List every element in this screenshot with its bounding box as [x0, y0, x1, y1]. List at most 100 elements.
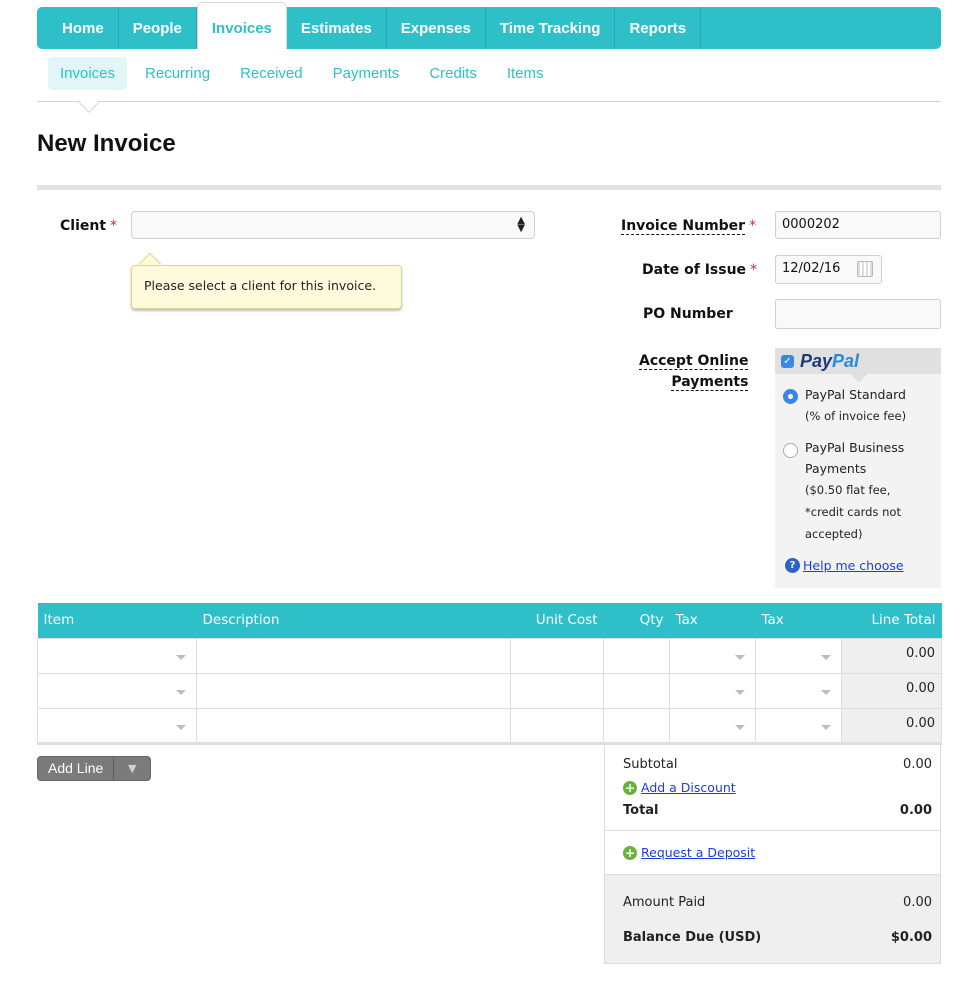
- col-tax-1: Tax: [669, 603, 756, 638]
- dropdown-arrow-icon: [821, 724, 831, 730]
- nav-tab-expenses[interactable]: Expenses: [387, 7, 486, 49]
- col-description: Description: [196, 603, 511, 638]
- table-row: 0.00: [37, 637, 942, 674]
- subnav-items[interactable]: Items: [495, 57, 556, 90]
- subnav-pointer: [79, 93, 99, 113]
- unit-cost-input[interactable]: [510, 637, 604, 674]
- add-line-menu-chevron-icon[interactable]: ▼: [114, 757, 150, 780]
- option-desc-2: *credit cards not: [805, 505, 901, 519]
- dropdown-arrow-icon: [176, 689, 186, 695]
- po-number-input[interactable]: [775, 299, 941, 329]
- invoice-number-label-text[interactable]: Invoice Number: [621, 218, 746, 235]
- line-total: 0.00: [841, 707, 942, 745]
- unit-cost-input[interactable]: [510, 707, 604, 745]
- paypal-standard-radio[interactable]: [783, 389, 798, 404]
- unit-cost-input[interactable]: [510, 672, 604, 709]
- subtotal-value: 0.00: [903, 757, 932, 772]
- client-select[interactable]: ▲ ▼: [131, 211, 535, 239]
- dropdown-arrow-icon: [735, 724, 745, 730]
- add-discount-link[interactable]: Add a Discount: [641, 780, 736, 795]
- subnav-recurring[interactable]: Recurring: [133, 57, 222, 90]
- table-header-row: Item Description Unit Cost Qty Tax Tax L…: [37, 603, 942, 638]
- option-title-2: Payments: [805, 461, 867, 476]
- po-number-label: PO Number: [643, 306, 733, 322]
- subnav-divider: [37, 101, 941, 102]
- accept-online-label-line2[interactable]: Payments: [671, 374, 749, 391]
- nav-tab-invoices[interactable]: Invoices: [196, 2, 287, 49]
- client-tooltip: Please select a client for this invoice.: [131, 265, 402, 309]
- date-of-issue-label-text: Date of Issue: [642, 262, 747, 278]
- item-select[interactable]: [37, 672, 197, 709]
- qty-input[interactable]: [603, 672, 670, 709]
- subnav-credits[interactable]: Credits: [417, 57, 489, 90]
- paypal-logo: PayPal: [800, 351, 859, 372]
- tax-1-select[interactable]: [669, 637, 756, 674]
- description-input[interactable]: [196, 707, 511, 745]
- balance-section: Amount Paid 0.00 Balance Due (USD) $0.00: [605, 875, 940, 963]
- col-qty: Qty: [603, 603, 670, 638]
- date-of-issue-label: Date of Issue *: [642, 262, 757, 278]
- required-icon: *: [110, 218, 118, 234]
- subnav-received[interactable]: Received: [228, 57, 315, 90]
- invoice-number-label: Invoice Number *: [621, 218, 757, 235]
- option-desc: ($0.50 flat fee,: [805, 483, 891, 497]
- col-line-total: Line Total: [841, 603, 942, 638]
- plus-icon: +: [623, 845, 637, 860]
- total-value: 0.00: [899, 803, 932, 818]
- col-tax-2: Tax: [755, 603, 842, 638]
- select-arrows-icon: ▲ ▼: [517, 215, 525, 234]
- description-input[interactable]: [196, 637, 511, 674]
- item-select[interactable]: [37, 637, 197, 674]
- request-deposit-link[interactable]: Request a Deposit: [641, 845, 755, 860]
- totals-summary: Subtotal 0.00 + Add a Discount Total 0.0…: [605, 745, 940, 831]
- subnav-payments[interactable]: Payments: [321, 57, 412, 90]
- date-value: 12/02/16: [782, 261, 841, 276]
- dropdown-arrow-icon: [735, 689, 745, 695]
- paypal-checkbox[interactable]: ✓: [781, 354, 794, 368]
- nav-tab-time-tracking[interactable]: Time Tracking: [486, 7, 616, 49]
- dropdown-arrow-icon: [735, 654, 745, 660]
- option-title: PayPal Standard: [805, 387, 906, 402]
- totals-panel: Subtotal 0.00 + Add a Discount Total 0.0…: [604, 745, 941, 964]
- required-icon: *: [750, 262, 758, 278]
- nav-tab-reports[interactable]: Reports: [615, 7, 702, 49]
- help-me-choose[interactable]: ? Help me choose: [785, 558, 904, 573]
- paypal-standard-option[interactable]: PayPal Standard (% of invoice fee): [805, 384, 906, 427]
- nav-tab-estimates[interactable]: Estimates: [287, 7, 387, 49]
- qty-input[interactable]: [603, 637, 670, 674]
- paypal-business-option[interactable]: PayPal Business Payments ($0.50 flat fee…: [805, 437, 904, 545]
- paypal-business-radio[interactable]: [783, 443, 798, 458]
- nav-tab-people[interactable]: People: [119, 7, 197, 49]
- add-line-button-group: Add Line ▼: [37, 756, 152, 781]
- total-row: Total 0.00: [623, 799, 932, 822]
- dropdown-arrow-icon: [176, 654, 186, 660]
- line-total: 0.00: [841, 637, 942, 674]
- option-desc: (% of invoice fee): [805, 409, 907, 423]
- required-icon: *: [749, 218, 757, 234]
- nav-tab-home[interactable]: Home: [48, 7, 119, 49]
- invoice-number-input[interactable]: 0000202: [775, 211, 941, 239]
- tax-2-select[interactable]: [755, 637, 842, 674]
- calendar-icon[interactable]: [857, 261, 873, 277]
- tax-2-select[interactable]: [755, 707, 842, 745]
- client-label-text: Client: [60, 218, 107, 234]
- add-line-button[interactable]: Add Line: [38, 757, 115, 780]
- balance-due-row: Balance Due (USD) $0.00: [623, 920, 932, 955]
- dropdown-arrow-icon: [821, 654, 831, 660]
- tax-1-select[interactable]: [669, 707, 756, 745]
- tax-1-select[interactable]: [669, 672, 756, 709]
- accept-online-label-line1[interactable]: Accept Online: [639, 353, 749, 370]
- qty-input[interactable]: [603, 707, 670, 745]
- help-me-choose-link[interactable]: Help me choose: [803, 558, 904, 573]
- date-of-issue-input[interactable]: 12/02/16: [775, 255, 882, 284]
- item-select[interactable]: [37, 707, 197, 745]
- accept-online-payments-label: Accept Online Payments: [639, 351, 749, 393]
- balance-due-value: $0.00: [890, 930, 932, 945]
- title-divider: [37, 185, 941, 190]
- subnav-invoices[interactable]: Invoices: [48, 57, 128, 90]
- sub-nav: Invoices Recurring Received Payments Cre…: [48, 57, 562, 90]
- tax-2-select[interactable]: [755, 672, 842, 709]
- balance-due-label: Balance Due (USD): [623, 930, 762, 945]
- description-input[interactable]: [196, 672, 511, 709]
- amount-paid-label: Amount Paid: [623, 895, 706, 910]
